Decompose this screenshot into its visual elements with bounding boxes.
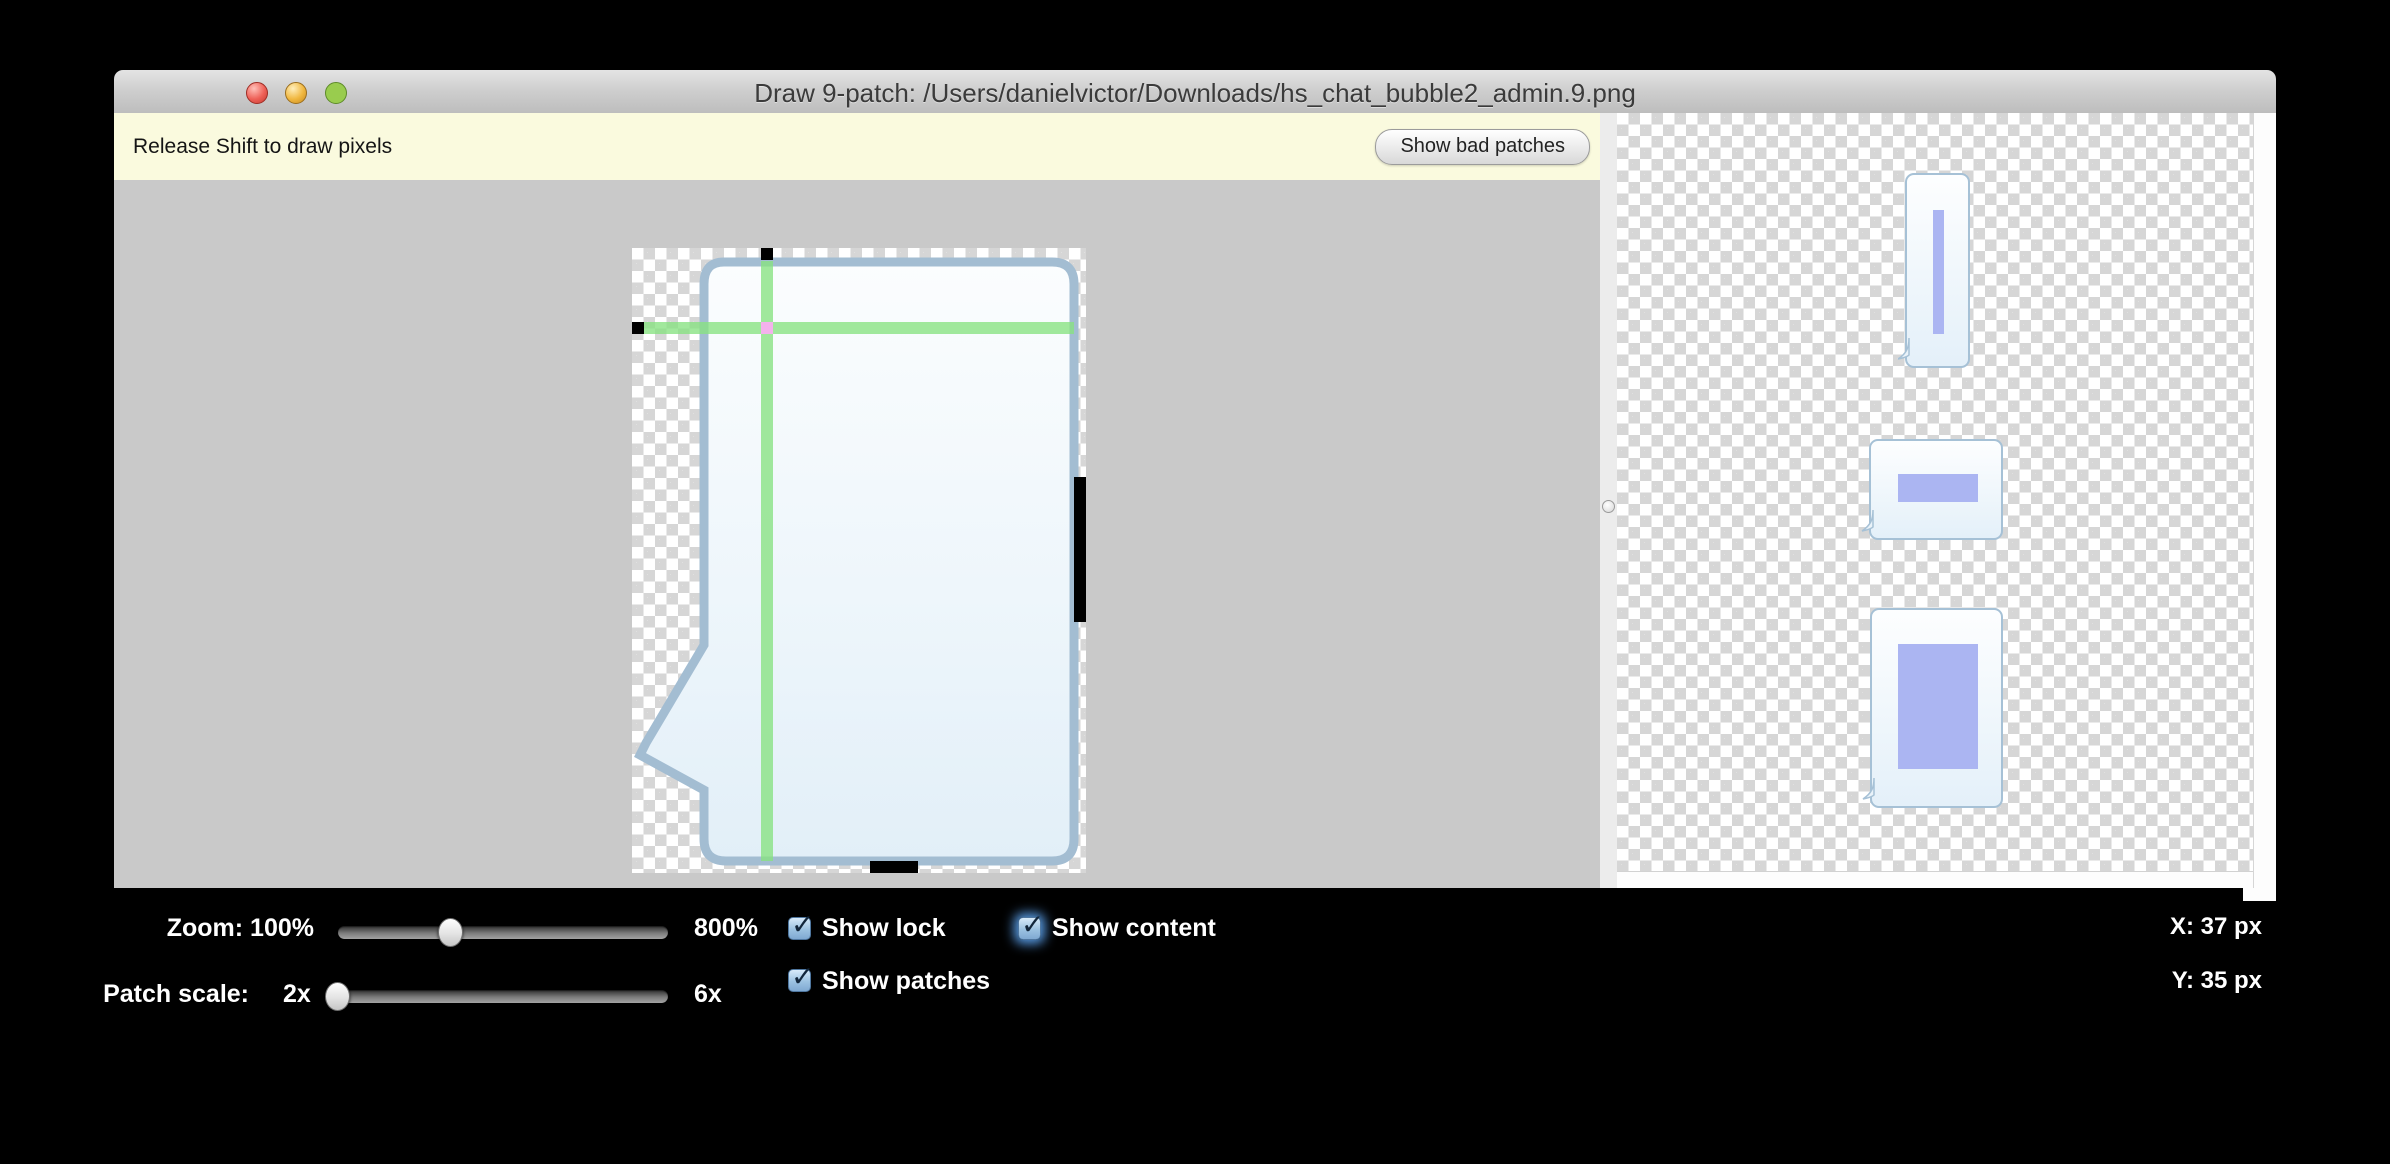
window-title: Draw 9-patch: /Users/danielvictor/Downlo… [114,78,2276,109]
zoom-slider[interactable] [338,926,668,939]
show-lock-checkbox[interactable] [788,917,811,940]
preview-stretched-vertical [1905,173,1970,368]
patch-scale-value: 2x [283,980,311,1009]
zoom-max-label: 800% [694,914,758,943]
zoom-value: 100% [250,914,314,942]
scroll-corner [2243,888,2276,901]
patch-mark-top [761,248,773,260]
lock-pixel [761,322,773,334]
show-patches-label: Show patches [822,967,990,996]
zoom-label-text: Zoom: [167,914,243,942]
show-content-label: Show content [1052,914,1216,943]
patch-scale-slider[interactable] [326,990,668,1003]
patch-mark-left [632,322,644,334]
patch-scale-label: Patch scale: [40,980,249,1009]
cursor-y-readout: Y: 35 px [2172,967,2262,995]
editor-canvas[interactable] [114,180,1600,888]
stretch-guide-horizontal [644,322,1074,334]
bubble-tail-icon [1896,337,1910,361]
collapse-handle[interactable] [1602,500,1615,513]
preview-content-area [1933,210,1944,334]
title-bar[interactable]: Draw 9-patch: /Users/danielvictor/Downlo… [114,70,2276,114]
show-content-checkbox[interactable] [1018,917,1041,940]
cursor-x-readout: X: 37 px [2170,913,2262,941]
show-lock-label: Show lock [822,914,946,943]
notification-bar: Release Shift to draw pixels Show bad pa… [114,113,1600,180]
padding-mark-bottom [870,861,918,873]
preview-scrollbar[interactable] [2253,113,2276,888]
patch-scale-max-label: 6x [694,980,722,1009]
bubble-tail-icon [1861,777,1875,801]
nine-patch-image[interactable] [632,248,1086,873]
desktop-background: { "window": { "title": "Draw 9-patch: /U… [0,0,2390,1164]
patch-scale-slider-thumb[interactable] [325,982,350,1011]
preview-stretched-both [1870,608,2003,808]
zoom-label: Zoom: 100% [60,914,314,943]
show-patches-checkbox[interactable] [788,969,811,992]
split-divider[interactable] [1600,113,1617,888]
notification-message: Release Shift to draw pixels [133,113,392,180]
chat-bubble-image [632,248,1086,873]
padding-mark-right [1074,477,1086,622]
preview-stretched-horizontal [1869,439,2003,540]
zoom-slider-thumb[interactable] [438,918,463,947]
draw9patch-window: Draw 9-patch: /Users/danielvictor/Downlo… [114,70,2276,888]
preview-footer [1617,871,2253,888]
preview-panel [1600,113,2276,888]
bubble-tail-icon [1860,509,1874,533]
show-bad-patches-button[interactable]: Show bad patches [1375,129,1590,165]
preview-content-area [1898,474,1978,502]
stretch-guide-vertical [761,261,773,861]
preview-content-area [1898,644,1978,769]
